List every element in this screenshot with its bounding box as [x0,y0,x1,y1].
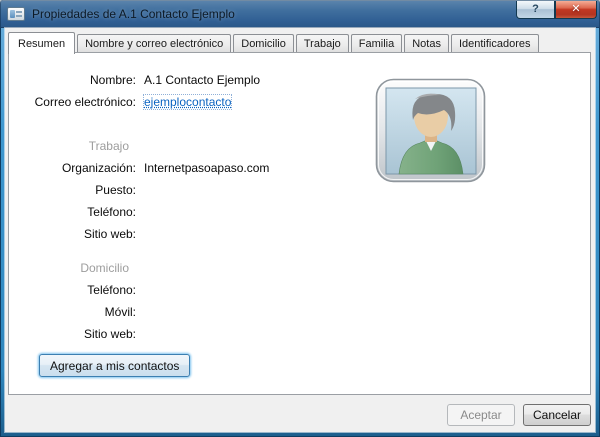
tab-nombre-correo[interactable]: Nombre y correo electrónico [77,34,232,53]
email-row: Correo electrónico: ejemplocontacto [9,94,590,110]
name-value: A.1 Contacto Ejemplo [144,73,261,87]
titlebar[interactable]: Propiedades de A.1 Contacto Ejemplo ? ✕ [0,0,600,28]
tab-trabajo[interactable]: Trabajo [295,34,349,53]
home-mobile-row: Móvil: [9,305,590,319]
name-label: Nombre: [89,73,136,87]
work-organization-row: Organización: Internetpasoapaso.com [9,161,590,175]
dialog-client-area: Resumen Nombre y correo electrónico Domi… [5,28,595,432]
home-section-header: Domicilio [80,261,129,275]
work-position-row: Puesto: [9,183,590,197]
organization-value: Internetpasoapaso.com [144,161,270,175]
tab-familia[interactable]: Familia [350,34,403,53]
window-controls: ? ✕ [516,1,597,19]
window-title: Propiedades de A.1 Contacto Ejemplo [32,7,235,21]
mobile-label: Móvil: [104,305,136,319]
home-phone-label: Teléfono: [87,283,136,297]
contact-properties-dialog: Propiedades de A.1 Contacto Ejemplo ? ✕ … [0,0,600,437]
work-website-label: Sitio web: [83,227,136,241]
home-website-label: Sitio web: [83,327,136,341]
work-website-row: Sitio web: [9,227,590,241]
help-button[interactable]: ? [516,1,555,19]
add-to-contacts-button[interactable]: Agregar a mis contactos [39,354,191,377]
tab-identificadores[interactable]: Identificadores [450,34,539,53]
close-icon: ✕ [571,3,581,15]
organization-label: Organización: [61,161,136,175]
home-website-row: Sitio web: [9,327,590,341]
tab-domicilio[interactable]: Domicilio [233,34,294,53]
accept-button[interactable]: Aceptar [447,404,515,426]
tab-notas[interactable]: Notas [404,34,449,53]
tab-resumen[interactable]: Resumen [8,32,76,54]
work-phone-row: Teléfono: [9,205,590,219]
contact-photo-illustration [375,78,486,183]
email-label: Correo electrónico: [34,95,136,109]
name-row: Nombre: A.1 Contacto Ejemplo [9,73,590,87]
help-icon: ? [532,3,539,15]
position-label: Puesto: [95,183,136,197]
home-phone-row: Teléfono: [9,283,590,297]
close-button[interactable]: ✕ [555,1,597,19]
contact-photo [375,78,487,184]
email-link[interactable]: ejemplocontacto [142,94,233,110]
work-section-header: Trabajo [88,139,129,153]
work-phone-label: Teléfono: [87,205,136,219]
tab-strip: Resumen Nombre y correo electrónico Domi… [8,31,589,54]
cancel-button[interactable]: Cancelar [523,404,591,426]
summary-tab-page: Nombre: A.1 Contacto Ejemplo Correo elec… [8,52,591,395]
contact-card-icon [7,7,25,21]
